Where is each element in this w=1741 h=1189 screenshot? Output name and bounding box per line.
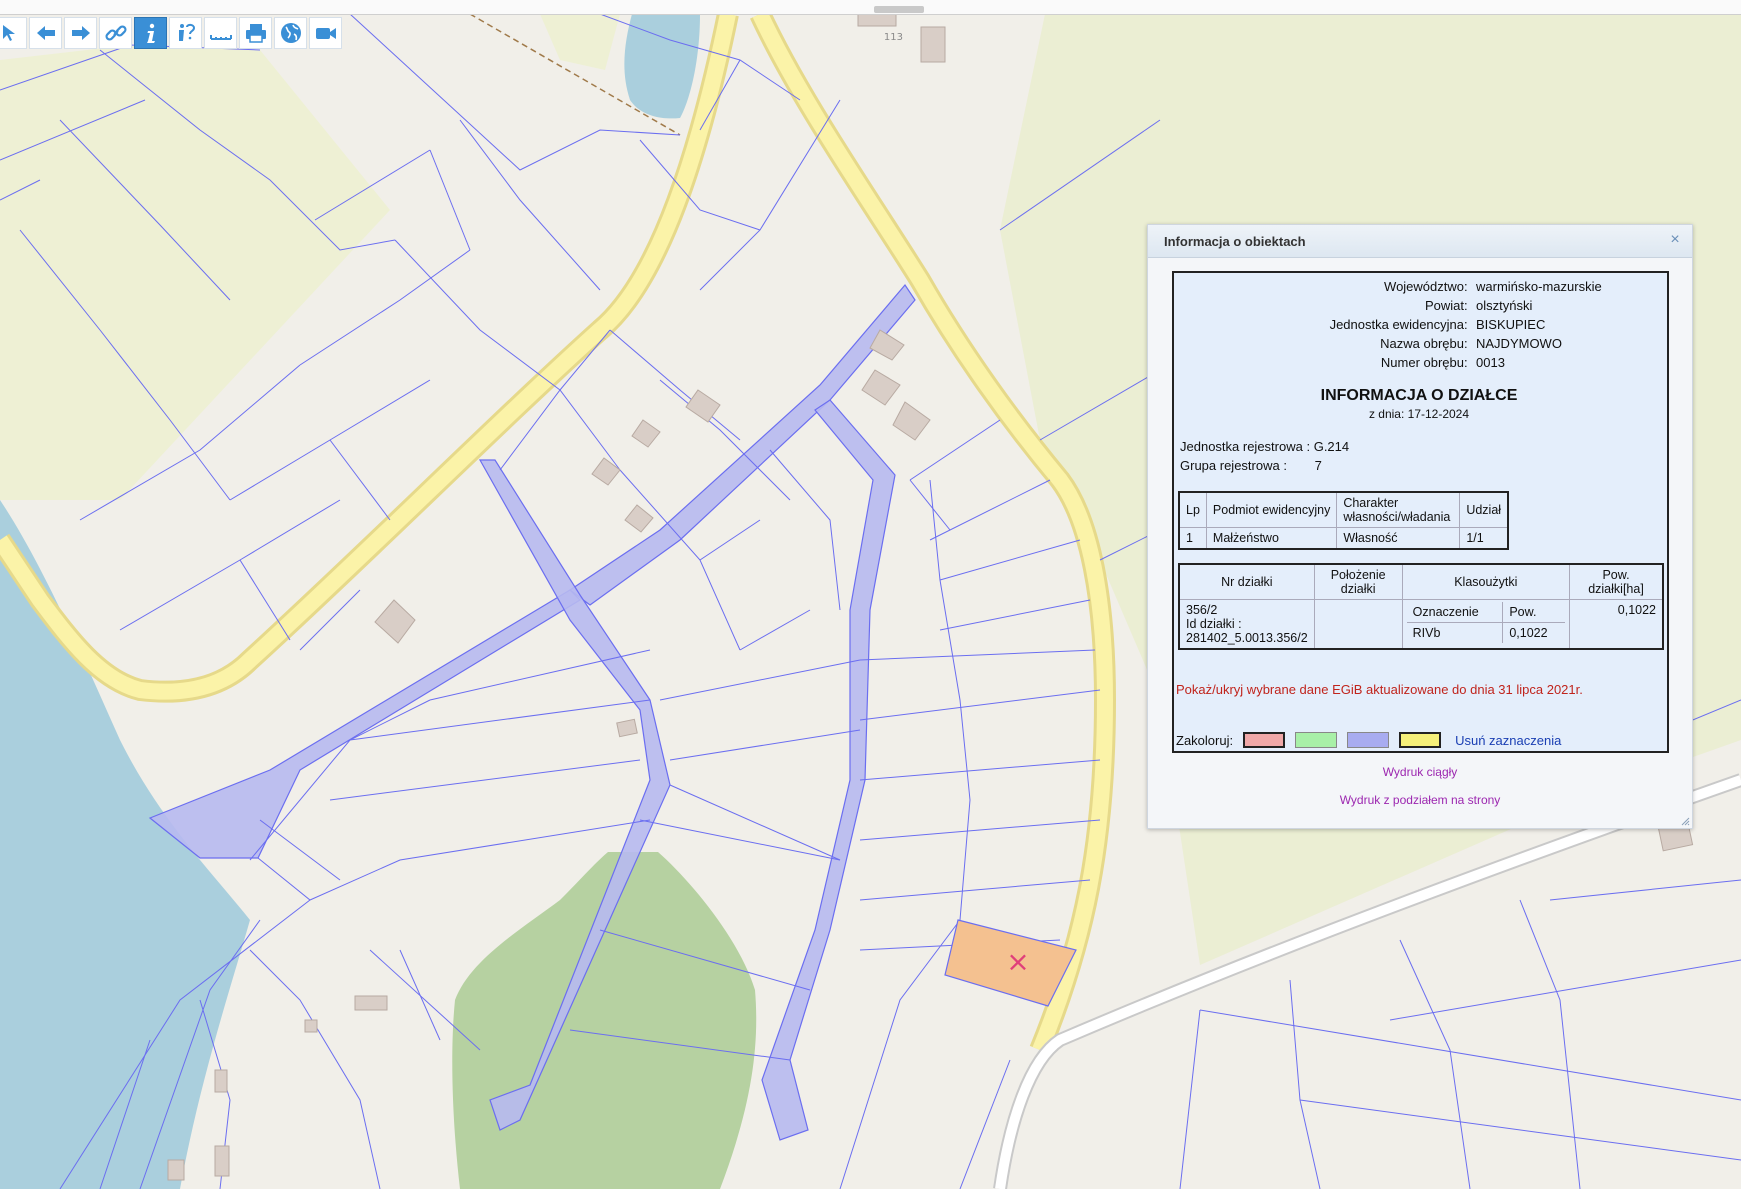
table-header: Pow. działki[ha] [1569,563,1664,600]
parcel-number-cell: 356/2 Id działki : 281402_5.0013.356/2 [1178,599,1315,650]
location-value: 0013 [1476,355,1505,370]
table-header-row: Nr działki Położenie działki Klasoużytki… [1178,563,1664,600]
info-query-button[interactable] [169,17,202,49]
print-button[interactable] [239,17,272,49]
table-header: Położenie działki [1313,563,1403,600]
table-header: Klasoużytki [1401,563,1571,600]
table-header: Pow. [1502,602,1565,623]
table-cell: Własność [1336,527,1461,550]
location-key: Nazwa obrębu [1380,336,1464,351]
land-class-table: Oznaczenie Pow. RIVb 0,1022 [1406,602,1565,643]
registry-unit-value: G.214 [1313,439,1350,454]
registry-group-label: Grupa rejestrowa : [1180,458,1287,473]
arrow-right-icon [71,26,90,40]
table-header: Podmiot ewidencyjny [1205,491,1338,528]
table-header: Charakter własności/władania [1336,491,1461,528]
print-paged-link[interactable]: Wydruk z podziałem na strony [1148,793,1692,807]
location-value: warmińsko-mazurskie [1476,279,1602,294]
map-toolbar [0,17,342,51]
globe-icon [280,23,301,43]
table-cell: 0,1022 [1502,622,1565,643]
location-row-unit: Jednostka ewidencyjna: BISKUPIEC [1329,317,1546,332]
close-icon[interactable]: × [1666,231,1684,249]
table-row: RIVb 0,1022 [1406,622,1565,643]
owners-table: Lp Podmiot ewidencyjny Charakter własnoś… [1178,491,1510,550]
table-header: Lp [1178,491,1207,528]
colorize-label: Zakoloruj: [1176,732,1234,748]
clear-selection-link[interactable]: Usuń zaznaczenia [1455,733,1561,748]
location-row-voivodeship: Województwo: warmińsko-mazurskie [1384,279,1602,294]
link-button[interactable] [99,17,132,49]
table-row: 356/2 Id działki : 281402_5.0013.356/2 O… [1178,599,1664,650]
measure-distance-button[interactable] [204,17,237,49]
ruler-icon [209,35,232,40]
registry-unit-row: Jednostka rejestrowa : G.214 [1180,439,1349,454]
info-button[interactable] [134,17,167,49]
camera-icon [315,28,336,39]
color-swatch-green[interactable] [1295,732,1338,748]
parcel-table: Nr działki Położenie działki Klasoużytki… [1178,563,1664,650]
object-info-panel: Informacja o obiektach × Województwo: wa… [1147,224,1693,829]
registry-group-value: 7 [1314,458,1322,473]
pointer-icon [2,25,15,41]
table-row: 1 Małżeństwo Własność 1/1 [1178,527,1509,550]
arrow-left-icon [36,26,55,40]
info-question-icon [178,23,195,41]
location-row-precinct-number: Numer obrębu: 0013 [1380,355,1505,370]
drag-handle[interactable] [874,6,924,13]
color-swatch-red[interactable] [1243,732,1286,748]
parcel-id-label: Id działki : [1186,617,1242,631]
building-number-label: 113 [884,32,903,43]
forward-button[interactable] [64,17,97,49]
panel-header[interactable]: Informacja o obiektach × [1148,225,1692,258]
registry-unit-label: Jednostka rejestrowa : [1180,439,1311,454]
table-header: Nr działki [1178,563,1315,600]
selected-parcel-marker: × [1006,945,1029,978]
table-cell: 1 [1178,527,1207,550]
colorize-row: Zakoloruj: Usuń zaznaczenia [1176,729,1561,751]
print-continuous-link[interactable]: Wydruk ciągły [1148,765,1692,779]
toggle-egib-data-link[interactable]: Pokaż/ukryj wybrane dane EGiB aktualizow… [1176,682,1583,697]
info-heading: INFORMACJA O DZIAŁCE [1320,387,1518,404]
color-swatch-yellow[interactable] [1399,732,1442,748]
parcel-id: 281402_5.0013.356/2 [1186,631,1308,645]
location-key: Jednostka ewidencyjna [1329,317,1464,332]
parcel-location-cell [1313,599,1403,650]
color-swatch-blue[interactable] [1347,732,1390,748]
parcel-number: 356/2 [1186,603,1218,617]
camera-button[interactable] [309,17,342,49]
printer-icon [245,24,266,43]
info-icon [146,23,155,43]
location-key: Numer obrębu [1380,355,1464,370]
info-date: z dnia: 17-12-2024 [1368,407,1470,421]
location-key: Powiat [1424,298,1464,313]
table-header: Oznaczenie [1406,602,1504,623]
top-bar [0,0,1741,15]
location-value: NAJDYMOWO [1476,336,1562,351]
meadow-area [0,45,390,500]
table-header: Udział [1459,491,1509,528]
panel-title: Informacja o obiektach [1164,234,1306,249]
location-row-precinct-name: Nazwa obrębu: NAJDYMOWO [1380,336,1562,351]
location-value: BISKUPIEC [1476,317,1546,332]
table-cell: RIVb [1406,622,1504,643]
table-cell: Małżeństwo [1205,527,1338,550]
registry-group-row: Grupa rejestrowa : 7 [1180,458,1322,473]
globe-button[interactable] [274,17,307,49]
back-button[interactable] [29,17,62,49]
location-key: Województwo [1384,279,1464,294]
location-value: olsztyński [1476,298,1533,313]
link-icon [104,25,127,41]
table-row: Oznaczenie Pow. [1406,602,1565,623]
parcel-area-cell: 0,1022 [1569,599,1664,650]
table-header-row: Lp Podmiot ewidencyjny Charakter własnoś… [1178,491,1509,528]
location-row-county: Powiat: olsztyński [1424,298,1533,313]
table-cell: 1/1 [1459,527,1509,550]
resize-grip-icon[interactable] [1680,816,1690,826]
pond-water [624,14,700,119]
pointer-button[interactable] [0,17,27,49]
land-class-cell: Oznaczenie Pow. RIVb 0,1022 [1401,599,1571,650]
parcel-info-box: Województwo: warmińsko-mazurskie Powiat:… [1172,271,1669,753]
